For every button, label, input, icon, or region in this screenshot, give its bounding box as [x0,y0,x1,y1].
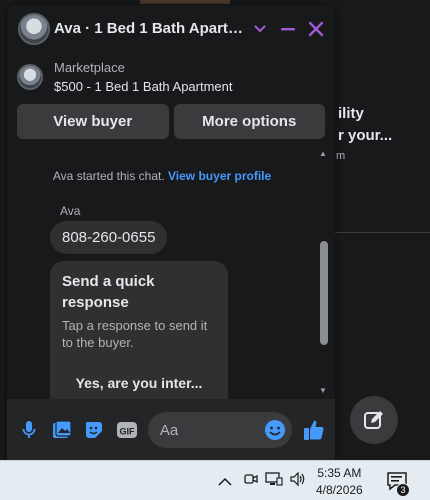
new-message-button[interactable] [350,396,398,444]
volume-icon[interactable] [289,471,307,492]
action-buttons: View buyer More options [7,102,335,147]
taskbar: 5:35 AM 4/8/2026 3 [0,460,430,500]
chat-window: Ava · 1 Bed 1 Bath Apartm… Marketplace $… [7,5,335,460]
background-divider [335,232,430,233]
chevron-down-icon[interactable] [249,18,271,40]
compose-icon [364,411,383,429]
scroll-up-arrow-icon[interactable]: ▲ [319,149,327,158]
close-icon[interactable] [305,18,327,40]
message-bubble[interactable]: 808-260-0655 [50,221,168,254]
microphone-icon[interactable] [17,418,41,442]
scrollbar[interactable]: ▲ ▼ [319,147,329,399]
quick-reply-button[interactable]: Yes, are you inter... [64,365,214,399]
quick-response-title: Send a quick response [62,273,155,311]
message-input[interactable] [159,421,260,439]
like-icon[interactable] [302,418,326,442]
chat-title[interactable]: Ava · 1 Bed 1 Bath Apartm… [54,20,243,37]
message-list[interactable]: Ava started this chat. View buyer profil… [7,147,335,399]
clock-time: 5:35 AM [317,466,362,480]
background-image-strip [140,0,230,4]
chevron-up-icon[interactable] [218,473,232,489]
gif-icon[interactable]: GIF [115,418,139,442]
listing-title[interactable]: $500 - 1 Bed 1 Bath Apartment [54,79,233,94]
scroll-thumb[interactable] [320,241,328,345]
view-buyer-button[interactable]: View buyer [17,104,169,139]
notification-badge: 3 [396,483,410,497]
sticker-icon[interactable] [82,418,106,442]
sender-name: Ava [60,204,81,218]
more-options-button[interactable]: More options [173,104,325,139]
system-message-text: Ava started this chat. [52,169,165,183]
network-icon[interactable] [265,471,283,492]
background-subtext: m [336,150,346,162]
gif-label: GIF [120,427,136,437]
listing-thumbnail[interactable] [17,64,43,90]
minimize-icon[interactable] [277,18,299,40]
clock[interactable]: 5:35 AM 4/8/2026 [316,465,363,499]
marketplace-listing[interactable]: Marketplace $500 - 1 Bed 1 Bath Apartmen… [7,52,335,102]
chat-header[interactable]: Ava · 1 Bed 1 Bath Apartm… [7,5,335,52]
clock-date: 4/8/2026 [316,483,363,497]
system-message: Ava started this chat. View buyer profil… [7,169,317,183]
view-buyer-profile-link[interactable]: View buyer profile [168,169,271,183]
scroll-down-arrow-icon[interactable]: ▼ [319,386,327,395]
meet-now-icon[interactable] [243,471,259,492]
background-text-line: r your... [338,127,393,144]
quick-response-card: Send a quick response Tap a response to … [50,261,228,399]
avatar[interactable] [18,12,50,45]
emoji-icon[interactable] [264,419,286,441]
photo-icon[interactable] [50,418,74,442]
quick-response-description: Tap a response to send it to the buyer. [62,318,208,350]
background-text-line: ility [338,105,364,122]
message-composer: GIF [7,400,335,460]
listing-label: Marketplace [54,60,125,75]
message-input-wrapper [147,412,293,448]
